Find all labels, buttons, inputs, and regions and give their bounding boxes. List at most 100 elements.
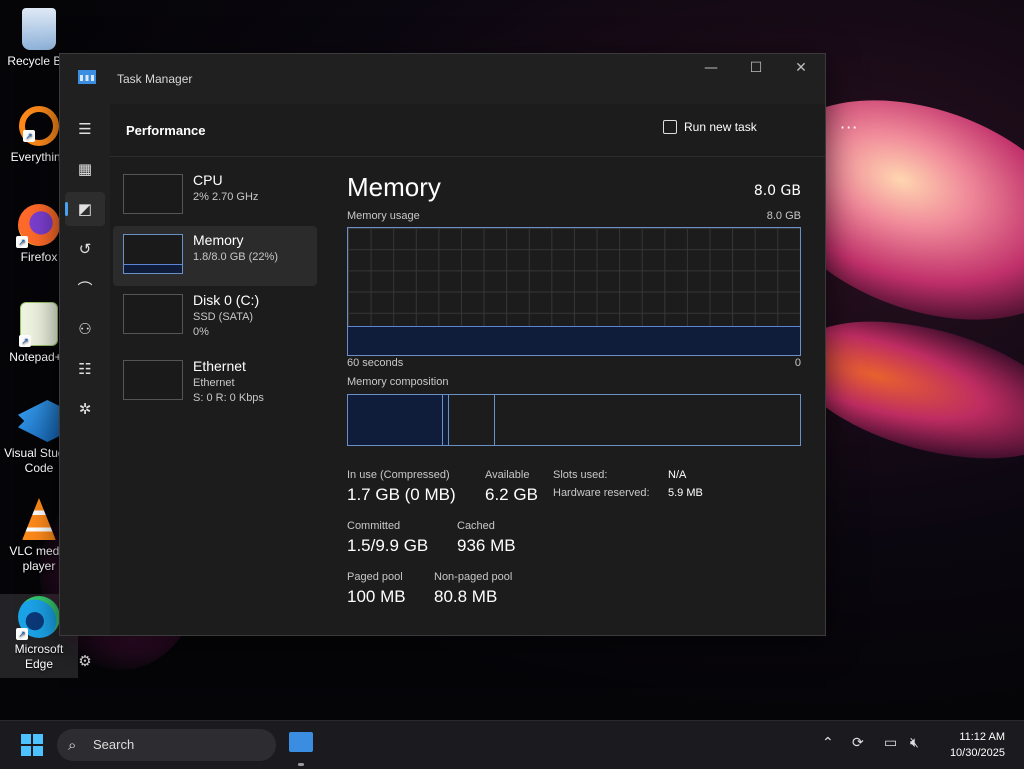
vscode-icon <box>18 400 60 442</box>
perf-item-disk[interactable]: Disk 0 (C:) SSD (SATA) 0% <box>113 286 317 346</box>
composition-in-use[interactable] <box>348 395 443 445</box>
taskbar-task-manager-icon[interactable] <box>289 732 313 752</box>
show-hidden-icons-chevron-icon[interactable]: ⌃ <box>822 735 834 751</box>
perf-item-name: CPU <box>193 172 223 188</box>
firefox-icon: ↗ <box>16 204 60 248</box>
recycle-bin-icon <box>22 8 56 50</box>
desktop-icon-label: Microsoft Edge <box>14 642 64 671</box>
memory-thumbnail-graph <box>123 234 183 274</box>
more-options-button[interactable]: ··· <box>840 118 858 137</box>
stat-label: In use (Compressed) <box>347 469 450 481</box>
stat-hardware-reserved-value: 5.9 MB <box>668 487 703 499</box>
page-title: Performance <box>126 123 206 138</box>
perf-item-name: Memory <box>193 232 244 248</box>
stat-value: 6.2 GB <box>485 485 538 504</box>
perf-item-sub: 1.8/8.0 GB (22%) <box>193 251 278 263</box>
stat-cached: Cached 936 MB <box>457 520 516 556</box>
perf-item-memory[interactable]: Memory 1.8/8.0 GB (22%) <box>113 226 317 286</box>
usage-max-label: 8.0 GB <box>766 210 801 222</box>
perf-item-name: Ethernet <box>193 358 246 374</box>
perf-item-ethernet[interactable]: Ethernet Ethernet S: 0 R: 0 Kbps <box>113 352 317 412</box>
windows-logo-icon <box>33 734 43 744</box>
stat-label: Non-paged pool <box>434 571 513 583</box>
nav-sidebar: ☰ ▦ ◩ ↺ ⌒ ⚇ ☷ ✲ ⚙ <box>60 104 110 670</box>
composition-free[interactable] <box>495 395 800 445</box>
composition-label: Memory composition <box>347 376 449 388</box>
processes-icon[interactable]: ▦ <box>65 152 105 186</box>
composition-standby[interactable] <box>449 395 495 445</box>
time-right-label: 0 <box>794 357 801 369</box>
stat-non-paged-pool: Non-paged pool 80.8 MB <box>434 571 512 607</box>
perf-item-sub: 0% <box>193 326 209 338</box>
volume-muted-icon[interactable]: 🔇︎ <box>910 735 919 751</box>
everything-icon: ↗ <box>19 106 59 146</box>
stat-paged-pool: Paged pool 100 MB <box>347 571 406 607</box>
maximize-button[interactable]: ☐ <box>733 54 779 84</box>
system-clock[interactable]: 11:12 AM 10/30/2025 <box>950 729 1005 761</box>
sync-icon[interactable]: ⟳ <box>852 735 864 751</box>
perf-item-sub: Ethernet <box>193 377 235 389</box>
shortcut-arrow-icon: ↗ <box>23 130 35 142</box>
stat-committed: Committed 1.5/9.9 GB <box>347 520 428 556</box>
perf-item-name: Disk 0 (C:) <box>193 292 260 308</box>
perf-item-sub: 2% 2.70 GHz <box>193 191 259 203</box>
windows-logo-icon <box>21 734 31 744</box>
taskbar: ⌕ Search ⌃ ⟳ ▭ 🔇︎ 11:12 AM 10/30/2025 <box>0 720 1024 769</box>
clock-time: 11:12 AM <box>959 731 1005 743</box>
stat-label: Committed <box>347 520 401 532</box>
ethernet-thumbnail-graph <box>123 360 183 400</box>
run-new-task-button[interactable]: Run new task <box>663 120 757 142</box>
stat-in-use: In use (Compressed) 1.7 GB (0 MB) <box>347 469 456 505</box>
display-icon[interactable]: ▭ <box>884 735 897 751</box>
shortcut-arrow-icon: ↗ <box>19 335 31 347</box>
minimize-button[interactable]: — <box>688 54 734 84</box>
settings-gear-icon[interactable]: ⚙ <box>65 644 105 678</box>
close-button[interactable]: ✕ <box>778 54 824 84</box>
memory-thumbnail-fill <box>124 263 182 273</box>
app-history-icon[interactable]: ↺ <box>65 232 105 266</box>
time-left-label: 60 seconds <box>347 357 404 369</box>
desktop-icon-label: Firefox <box>20 250 58 264</box>
memory-usage-chart <box>347 227 801 356</box>
notepad-plus-plus-icon: ↗ <box>19 302 58 347</box>
perf-item-cpu[interactable]: CPU 2% 2.70 GHz <box>113 166 317 226</box>
perf-item-sub: SSD (SATA) <box>193 311 254 323</box>
search-placeholder: Search <box>93 737 135 752</box>
start-button[interactable] <box>21 734 43 756</box>
usage-label: Memory usage <box>347 210 420 222</box>
page-header: Performance Run new task ··· <box>110 104 857 157</box>
stat-label: Slots used: <box>553 469 608 481</box>
startup-apps-icon[interactable]: ⌒ <box>65 272 105 306</box>
stat-value: 100 MB <box>347 587 406 606</box>
details-icon[interactable]: ☷ <box>65 352 105 386</box>
hamburger-menu-icon[interactable]: ☰ <box>65 112 105 146</box>
edge-icon: ↗ <box>16 596 60 640</box>
vlc-icon <box>22 498 56 540</box>
services-icon[interactable]: ✲ <box>65 392 105 426</box>
title-bar[interactable]: Task Manager — ☐ ✕ <box>60 54 825 104</box>
running-indicator <box>298 763 304 766</box>
performance-icon[interactable]: ◩ <box>65 192 105 226</box>
users-icon[interactable]: ⚇ <box>65 312 105 346</box>
taskbar-search-box[interactable]: ⌕ Search <box>57 729 276 761</box>
shortcut-arrow-icon: ↗ <box>16 236 28 248</box>
task-manager-icon <box>78 70 96 84</box>
run-task-icon <box>663 120 677 134</box>
window-title: Task Manager <box>117 72 193 86</box>
task-manager-window: Task Manager — ☐ ✕ ☰ ▦ ◩ ↺ ⌒ ⚇ ☷ ✲ ⚙ Per… <box>59 53 857 670</box>
search-icon: ⌕ <box>68 736 77 754</box>
disk-thumbnail-graph <box>123 294 183 334</box>
windows-logo-icon <box>33 746 43 756</box>
stat-hardware-reserved: Hardware reserved: <box>553 487 650 499</box>
shortcut-arrow-icon: ↗ <box>16 628 28 640</box>
memory-composition-bar <box>347 394 801 446</box>
detail-total: 8.0 GB <box>753 183 801 199</box>
stat-label: Available <box>485 469 530 481</box>
run-new-task-label: Run new task <box>684 120 757 134</box>
stat-slots-used: Slots used: <box>553 469 607 481</box>
perf-item-sub: S: 0 R: 0 Kbps <box>193 392 264 404</box>
stat-value: 80.8 MB <box>434 587 498 606</box>
stat-label: Hardware reserved: <box>553 487 650 499</box>
stat-value: 1.5/9.9 GB <box>347 536 429 555</box>
cpu-thumbnail-graph <box>123 174 183 214</box>
